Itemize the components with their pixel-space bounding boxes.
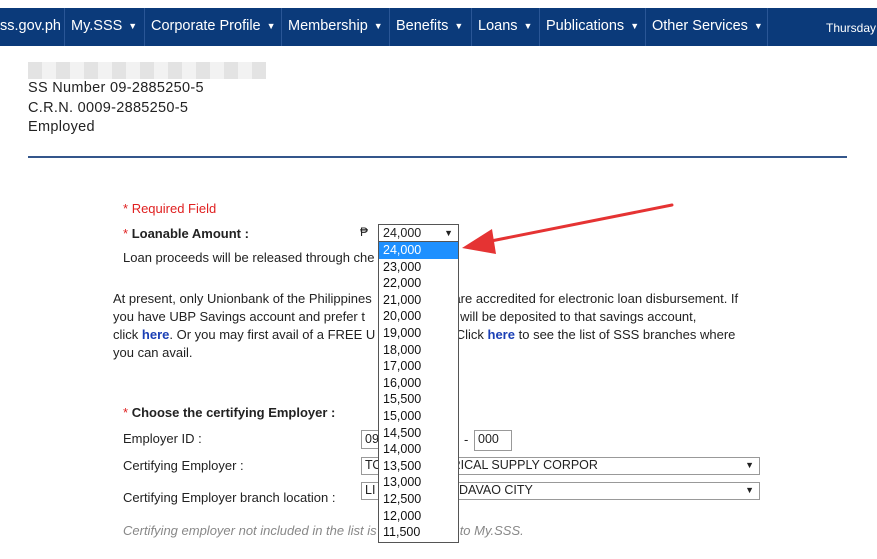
annotation-arrow-head (462, 229, 496, 254)
annotation-arrow-shaft (484, 203, 674, 244)
annotation-arrow (462, 203, 674, 254)
